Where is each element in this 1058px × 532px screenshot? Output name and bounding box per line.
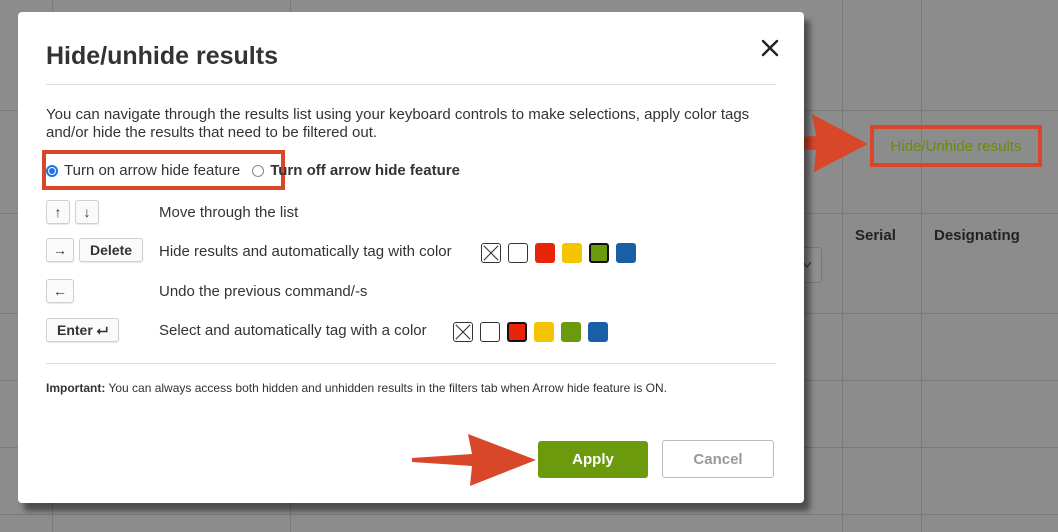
swatch-yellow[interactable] (562, 243, 582, 263)
chevron-down-icon (803, 262, 811, 268)
radio-turn-on[interactable] (46, 164, 58, 177)
apply-button[interactable]: Apply (538, 441, 648, 478)
column-header-designating[interactable]: Designating (934, 227, 1020, 244)
radio-turn-off[interactable] (252, 164, 265, 177)
title-divider (46, 84, 776, 85)
select-color-swatches (453, 322, 615, 342)
swatch-green-selected[interactable] (589, 243, 609, 263)
cancel-button[interactable]: Cancel (662, 440, 774, 478)
important-note: Important: You can always access both hi… (46, 381, 667, 395)
radio-turn-on-label[interactable]: Turn on arrow hide feature (64, 162, 240, 179)
no-color-icon[interactable] (481, 243, 501, 263)
no-color-icon[interactable] (453, 322, 473, 342)
swatch-blue[interactable] (588, 322, 608, 342)
swatch-red-selected[interactable] (507, 322, 527, 342)
hide-unhide-link[interactable]: Hide/Unhide results (891, 138, 1022, 155)
row-hide-text: Hide results and automatically tag with … (159, 243, 452, 260)
swatch-blue[interactable] (616, 243, 636, 263)
swatch-red[interactable] (535, 243, 555, 263)
row-move-text: Move through the list (159, 204, 299, 221)
footer-divider (46, 363, 776, 364)
swatch-yellow[interactable] (534, 322, 554, 342)
hide-unhide-dialog: Hide/unhide results You can navigate thr… (18, 12, 804, 503)
arrow-right-icon: → (46, 238, 74, 262)
row-undo-text: Undo the previous command/-s (159, 283, 368, 300)
arrow-down-icon: ↓ (75, 200, 99, 224)
hide-unhide-link-highlight: Hide/Unhide results (870, 125, 1042, 167)
dialog-description: You can navigate through the results lis… (46, 106, 750, 141)
hide-color-swatches (481, 243, 643, 263)
delete-key: Delete (79, 238, 144, 262)
column-header-serial[interactable]: Serial (855, 227, 896, 244)
enter-icon: Enter ⮠ (46, 318, 119, 342)
swatch-white[interactable] (508, 243, 528, 263)
radio-turn-off-label[interactable]: Turn off arrow hide feature (270, 162, 460, 179)
arrow-up-icon: ↑ (46, 200, 70, 224)
dialog-title: Hide/unhide results (46, 42, 278, 70)
close-icon[interactable] (758, 36, 782, 60)
important-label: Important: (46, 381, 106, 395)
row-select-text: Select and automatically tag with a colo… (159, 322, 427, 339)
swatch-white[interactable] (480, 322, 500, 342)
annotation-arrow-apply (412, 434, 536, 486)
important-text: You can always access both hidden and un… (105, 381, 668, 395)
swatch-green[interactable] (561, 322, 581, 342)
arrow-left-icon: ← (46, 279, 74, 303)
